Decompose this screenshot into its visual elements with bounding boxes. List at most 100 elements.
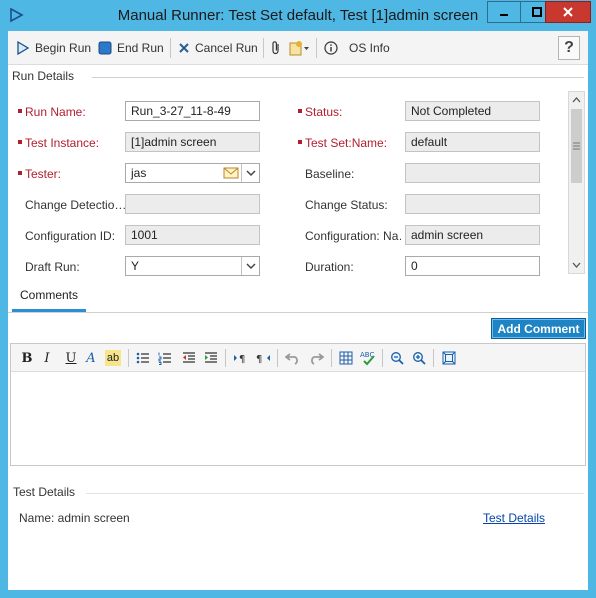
cancel-icon xyxy=(179,43,189,53)
increase-indent-button[interactable] xyxy=(203,350,219,366)
toolbar-divider xyxy=(263,38,264,58)
run-name-label: Run Name: xyxy=(18,105,86,119)
comments-tab-strip: Comments xyxy=(8,281,588,313)
bold-button[interactable]: B xyxy=(19,350,35,366)
status-label: Status: xyxy=(298,105,342,119)
end-run-label: End Run xyxy=(117,41,164,55)
cancel-run-button[interactable]: Cancel Run xyxy=(178,39,258,57)
baseline-label: Baseline: xyxy=(305,167,355,181)
tester-label: Tester: xyxy=(18,167,61,181)
svg-text:¶: ¶ xyxy=(256,354,262,365)
test-details-link[interactable]: Test Details xyxy=(483,511,545,525)
client-area: Begin Run End Run Cancel Run OS Info ? R… xyxy=(8,31,588,590)
tab-comments[interactable]: Comments xyxy=(12,281,86,312)
close-button[interactable] xyxy=(545,1,591,23)
section-divider xyxy=(86,493,584,494)
add-comment-button[interactable]: Add Comment xyxy=(491,318,586,339)
numbered-list-button[interactable] xyxy=(157,350,173,366)
help-button[interactable]: ? xyxy=(558,36,580,60)
toolbar-divider xyxy=(382,349,383,367)
draft-run-value: Y xyxy=(131,259,140,273)
spell-check-button[interactable]: ABC xyxy=(360,350,376,366)
draft-run-label: Draft Run: xyxy=(25,260,80,274)
section-divider xyxy=(92,77,584,78)
required-marker xyxy=(298,108,302,113)
toolbar-divider xyxy=(170,38,171,58)
fullscreen-icon xyxy=(442,351,456,365)
restore-icon xyxy=(532,7,542,17)
draft-run-select[interactable]: Y xyxy=(125,256,260,276)
redo-icon xyxy=(311,353,324,365)
svg-text:¶: ¶ xyxy=(239,354,245,365)
required-marker xyxy=(18,139,22,144)
test-set-name-field: default xyxy=(405,132,540,152)
right-to-left-icon: ¶ xyxy=(256,354,270,365)
main-toolbar: Begin Run End Run Cancel Run OS Info ? xyxy=(8,31,588,65)
attachment-button[interactable] xyxy=(270,39,282,57)
manual-runner-window: Manual Runner: Test Set default, Test [1… xyxy=(0,0,596,598)
run-details-form: Run Name: Run_3-27_11-8-49 Status: Not C… xyxy=(8,89,588,307)
chevron-down-icon xyxy=(245,263,256,270)
stop-icon xyxy=(98,41,112,55)
change-status-field xyxy=(405,194,540,214)
editor-toolbar: B I U A ab ¶ ¶ ABC xyxy=(11,344,585,372)
info-icon xyxy=(324,41,338,55)
highlight-button[interactable]: ab xyxy=(105,350,121,366)
ltr-button[interactable]: ¶ xyxy=(233,350,249,366)
minimize-icon xyxy=(500,14,508,16)
paperclip-icon xyxy=(272,41,279,55)
tester-dropdown-arrow[interactable] xyxy=(241,164,259,182)
os-info-button[interactable]: OS Info xyxy=(324,39,390,57)
bullet-list-icon xyxy=(136,352,149,364)
minimize-button[interactable] xyxy=(487,1,521,23)
redo-button[interactable] xyxy=(308,350,324,366)
comment-text-area[interactable] xyxy=(11,372,585,465)
duration-label: Duration: xyxy=(305,260,354,274)
insert-table-button[interactable] xyxy=(338,350,354,366)
configuration-name-field: admin screen xyxy=(405,225,540,245)
undo-button[interactable] xyxy=(285,350,301,366)
rtl-button[interactable]: ¶ xyxy=(255,350,271,366)
toolbar-divider xyxy=(277,349,278,367)
test-instance-label: Test Instance: xyxy=(18,136,99,150)
test-details-title: Test Details xyxy=(13,485,76,499)
zoom-out-button[interactable] xyxy=(389,350,405,366)
test-instance-field: [1]admin screen xyxy=(125,132,260,152)
run-details-scrollbar[interactable] xyxy=(568,91,585,274)
tester-select[interactable]: jas xyxy=(125,163,260,183)
underline-button[interactable]: U xyxy=(63,350,79,366)
close-icon xyxy=(563,7,573,17)
title-bar[interactable]: Manual Runner: Test Set default, Test [1… xyxy=(0,0,596,31)
change-status-label: Change Status: xyxy=(305,198,388,212)
configuration-id-label: Configuration ID: xyxy=(25,229,116,243)
run-name-label-text: Run Name: xyxy=(25,105,86,119)
status-label-text: Status: xyxy=(305,105,343,119)
italic-button[interactable]: I xyxy=(39,350,55,366)
new-defect-dropdown-icon xyxy=(289,41,309,56)
begin-run-button[interactable]: Begin Run xyxy=(16,39,91,57)
test-name-text: Name: admin screen xyxy=(19,511,130,525)
scrollbar-thumb[interactable] xyxy=(571,109,582,183)
run-name-input[interactable]: Run_3-27_11-8-49 xyxy=(125,101,260,121)
test-details-panel: Test Details Name: admin screen Test Det… xyxy=(8,474,588,590)
mail-icon[interactable] xyxy=(223,166,239,180)
toolbar-divider xyxy=(225,349,226,367)
os-info-label: OS Info xyxy=(349,41,390,55)
bullet-list-button[interactable] xyxy=(135,350,151,366)
decrease-indent-button[interactable] xyxy=(181,350,197,366)
end-run-button[interactable]: End Run xyxy=(98,39,164,57)
font-color-button[interactable]: A xyxy=(83,350,99,366)
duration-input[interactable]: 0 xyxy=(405,256,540,276)
baseline-field xyxy=(405,163,540,183)
scroll-down-icon[interactable] xyxy=(569,257,584,273)
undo-icon xyxy=(285,353,298,365)
fullscreen-button[interactable] xyxy=(441,350,457,366)
change-detection-label: Change Detectio… xyxy=(25,198,127,212)
scroll-up-icon[interactable] xyxy=(569,92,584,108)
outdent-icon xyxy=(183,352,195,363)
draft-run-dropdown-arrow[interactable] xyxy=(241,257,259,275)
test-set-name-label: Test Set:Name: xyxy=(298,136,387,150)
new-defect-button[interactable] xyxy=(288,39,310,57)
zoom-in-button[interactable] xyxy=(411,350,427,366)
play-icon xyxy=(17,41,30,55)
